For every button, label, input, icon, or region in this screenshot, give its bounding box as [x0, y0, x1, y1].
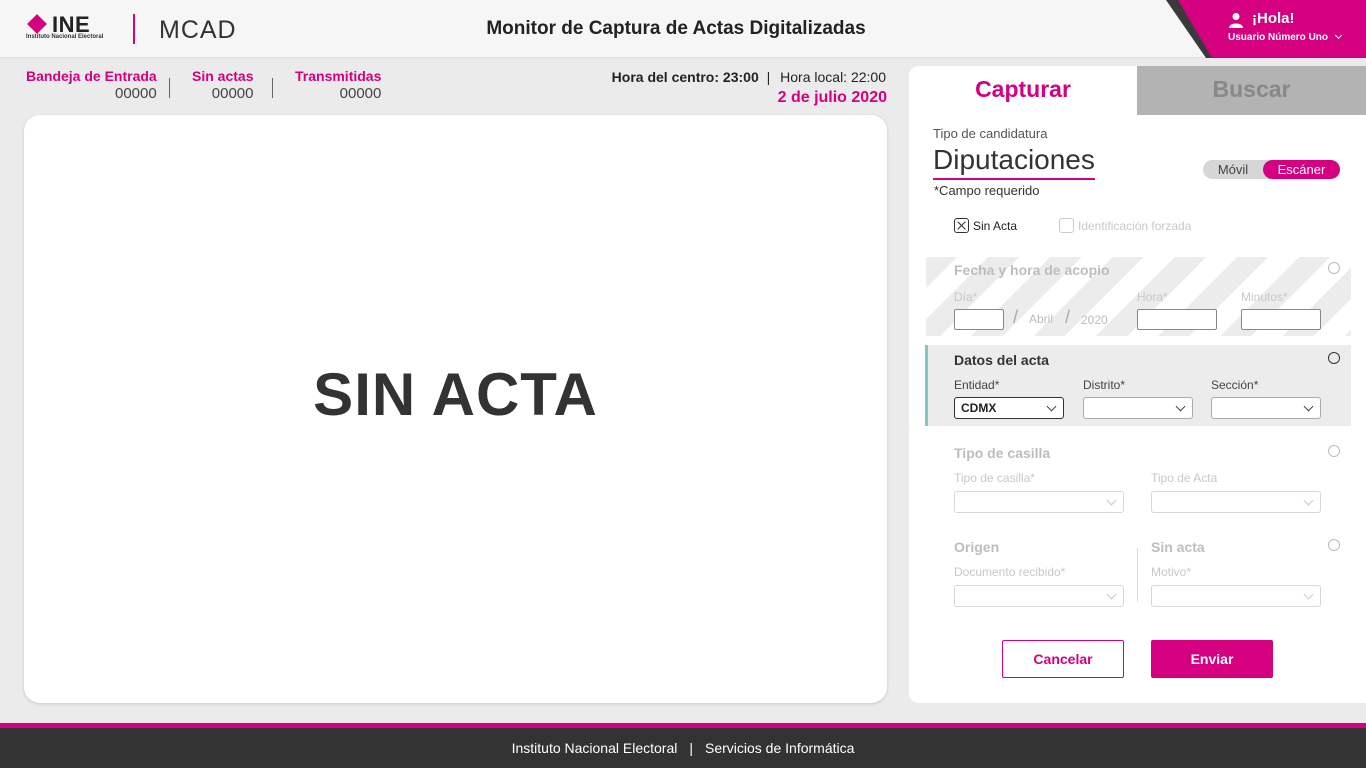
chevron-down-icon — [1106, 589, 1117, 600]
time-separator: | — [766, 69, 771, 85]
distrito-select[interactable] — [1083, 397, 1193, 419]
tipo-acta-label: Tipo de Acta — [1151, 471, 1218, 485]
app-header: INE Instituto Nacional Electoral MCAD Mo… — [0, 0, 1366, 58]
tab-buscar[interactable]: Buscar — [1137, 66, 1366, 115]
page-title: Monitor de Captura de Actas Digitalizada… — [486, 18, 866, 39]
footer-left[interactable]: Instituto Nacional Electoral — [512, 740, 678, 756]
minutos-input[interactable] — [1241, 309, 1321, 330]
motivo-label: Motivo* — [1151, 565, 1192, 579]
send-button[interactable]: Enviar — [1151, 640, 1273, 678]
section-radio[interactable] — [1328, 352, 1340, 364]
footer: Instituto Nacional Electoral | Servicios d… — [0, 728, 1366, 768]
toggle-escaner[interactable]: Escáner — [1263, 160, 1340, 179]
chevron-down-icon — [1106, 495, 1117, 506]
section-tipo-casilla: Tipo de casilla Tipo de casilla* Tipo de… — [926, 443, 1351, 523]
stat-label: Sin actas — [192, 68, 254, 84]
entidad-value: CDMX — [961, 401, 997, 415]
documento-label: Documento recibido* — [954, 565, 1066, 579]
chevron-down-icon — [1175, 401, 1186, 412]
footer-separator: | — [689, 740, 693, 756]
stat-label: Bandeja de Entrada — [26, 68, 157, 84]
footer-right[interactable]: Servicios de Informática — [705, 740, 854, 756]
hora-input[interactable] — [1137, 309, 1217, 330]
capture-panel: Capturar Buscar Tipo de candidatura Dipu… — [909, 66, 1366, 703]
stat-label: Transmitidas — [295, 68, 382, 84]
dia-label: Día* — [954, 290, 978, 304]
stat-separator — [169, 78, 170, 98]
distrito-label: Distrito* — [1083, 378, 1126, 392]
chevron-down-icon — [1303, 589, 1314, 600]
tipo-casilla-select[interactable] — [954, 491, 1124, 513]
chevron-down-icon — [1046, 401, 1057, 412]
tipo-candidatura-label: Tipo de candidatura — [933, 126, 1048, 141]
section-radio[interactable] — [1328, 539, 1340, 551]
section-fecha-acopio: Fecha y hora de acopio Día* / Abril / 20… — [926, 257, 1351, 336]
month-value: Abril — [1029, 312, 1054, 326]
stat-sin-actas[interactable]: Sin actas 00000 — [192, 68, 253, 102]
year-value: 2020 — [1081, 313, 1108, 327]
section-title: Origen — [954, 539, 1000, 555]
hora-label: Hora* — [1137, 290, 1168, 304]
sin-acta-message: SIN ACTA — [313, 361, 598, 428]
stat-bandeja[interactable]: Bandeja de Entrada 00000 — [26, 68, 157, 102]
checkbox-icon[interactable] — [1059, 218, 1074, 234]
stat-separator — [272, 78, 273, 98]
stat-value: 00000 — [211, 85, 254, 102]
user-icon — [1229, 13, 1243, 28]
date-slash: / — [1065, 307, 1071, 327]
section-datos-acta: Datos del acta Entidad* CDMX Distrito* S… — [925, 345, 1351, 426]
stat-transmitidas[interactable]: Transmitidas 00000 — [295, 68, 381, 102]
minutos-label: Minutos* — [1241, 290, 1288, 304]
user-background — [1178, 0, 1366, 58]
section-radio[interactable] — [1328, 262, 1340, 274]
date-slash: / — [1013, 307, 1019, 327]
section-radio[interactable] — [1328, 445, 1340, 457]
chevron-down-icon — [1303, 401, 1314, 412]
user-name[interactable]: Usuario Número Uno — [1228, 31, 1342, 43]
center-time-value: 23:00 — [722, 69, 759, 85]
section-title: Datos del acta — [954, 352, 1049, 368]
tipo-candidatura-value: Diputaciones — [933, 144, 1095, 180]
chevron-down-icon — [1303, 495, 1314, 506]
identificacion-forzada-checkbox[interactable]: Identificación forzada — [1059, 218, 1192, 234]
sin-acta-section-title: Sin acta — [1151, 539, 1205, 555]
user-menu[interactable]: ¡Hola! Usuario Número Uno — [1166, 0, 1366, 58]
time-info: Hora del centro: 23:00 | Hora local: 22:… — [612, 69, 886, 85]
tipo-casilla-label: Tipo de casilla* — [954, 471, 1035, 485]
cancel-button[interactable]: Cancelar — [1002, 640, 1124, 678]
section-origen: Origen Documento recibido* Sin acta Moti… — [926, 537, 1351, 609]
dia-input[interactable] — [954, 309, 1004, 330]
center-time-label: Hora del centro: — [611, 69, 720, 85]
tab-capturar[interactable]: Capturar — [909, 66, 1137, 115]
seccion-select[interactable] — [1211, 397, 1321, 419]
section-title: Tipo de casilla — [954, 445, 1051, 461]
motivo-select[interactable] — [1151, 585, 1321, 607]
documento-select[interactable] — [954, 585, 1124, 607]
acta-viewer: SIN ACTA — [24, 115, 887, 703]
section-title: Fecha y hora de acopio — [954, 262, 1110, 278]
required-note: *Campo requerido — [934, 183, 1040, 198]
seccion-label: Sección* — [1211, 378, 1259, 392]
user-name-text: Usuario Número Uno — [1228, 32, 1329, 43]
entidad-label: Entidad* — [954, 378, 1000, 392]
capture-mode-toggle[interactable]: Móvil Escáner — [1203, 160, 1340, 179]
toggle-movil[interactable]: Móvil — [1203, 160, 1263, 179]
stat-value: 00000 — [339, 85, 382, 102]
tipo-acta-select[interactable] — [1151, 491, 1321, 513]
identificacion-checkbox-label: Identificación forzada — [1078, 218, 1192, 233]
section-divider — [1137, 548, 1138, 602]
current-date: 2 de julio 2020 — [777, 89, 887, 106]
local-time: Hora local: 22:00 — [780, 69, 886, 85]
chevron-down-icon — [1334, 31, 1342, 40]
checkbox-checked-icon[interactable] — [954, 218, 969, 234]
user-greeting: ¡Hola! — [1252, 10, 1295, 27]
sin-acta-checkbox[interactable]: Sin Acta — [954, 218, 1018, 234]
sin-acta-checkbox-label: Sin Acta — [973, 218, 1018, 233]
entidad-select[interactable]: CDMX — [954, 397, 1064, 419]
stat-value: 00000 — [114, 85, 157, 102]
